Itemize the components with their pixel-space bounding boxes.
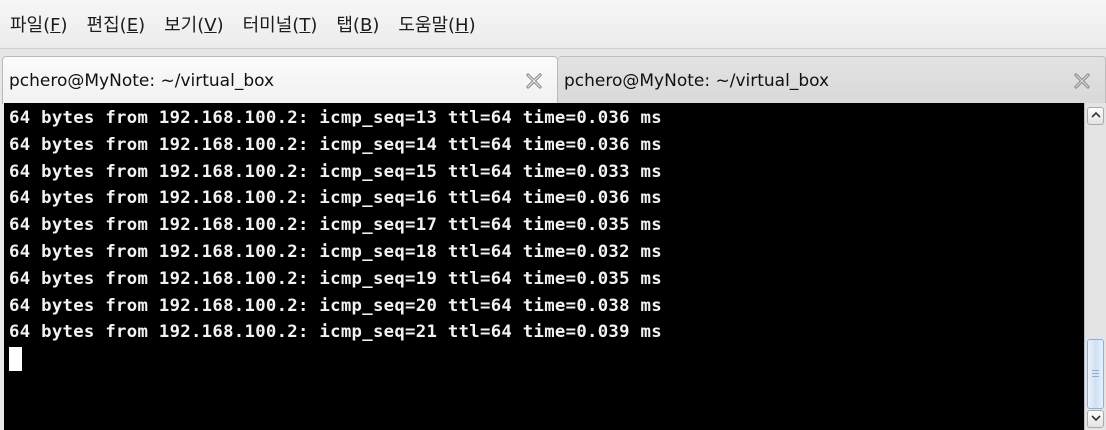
terminal-line: 64 bytes from 192.168.100.2: icmp_seq=13… <box>9 108 662 128</box>
terminal-line: 64 bytes from 192.168.100.2: icmp_seq=18… <box>9 241 662 262</box>
tab-title: pchero@MyNote: ~/virtual_box <box>564 70 830 91</box>
menu-terminal[interactable]: 터미널(T) <box>243 11 318 37</box>
scroll-down-button[interactable] <box>1087 410 1104 428</box>
menu-file[interactable]: 파일(F) <box>10 11 68 37</box>
menu-help[interactable]: 도움말(H) <box>398 11 475 37</box>
menu-edit[interactable]: 편집(E) <box>87 11 146 37</box>
vertical-scrollbar[interactable] <box>1084 103 1106 430</box>
tab-title: pchero@MyNote: ~/virtual_box <box>9 70 275 91</box>
terminal-window: 파일(F) 편집(E) 보기(V) 터미널(T) 탭(B) 도움말(H) pch… <box>0 0 1106 430</box>
grip-icon <box>1092 370 1099 379</box>
close-icon[interactable] <box>1071 70 1093 92</box>
text-cursor <box>9 347 22 372</box>
terminal-output[interactable]: 64 bytes from 192.168.100.2: icmp_seq=13… <box>4 103 1084 430</box>
terminal-line: 64 bytes from 192.168.100.2: icmp_seq=16… <box>9 188 662 209</box>
terminal-line: 64 bytes from 192.168.100.2: icmp_seq=20… <box>9 295 662 316</box>
close-icon[interactable] <box>523 70 545 92</box>
terminal-line: 64 bytes from 192.168.100.2: icmp_seq=14… <box>9 134 662 155</box>
menu-bar: 파일(F) 편집(E) 보기(V) 터미널(T) 탭(B) 도움말(H) <box>0 0 1106 48</box>
terminal-line: 64 bytes from 192.168.100.2: icmp_seq=21… <box>9 322 662 343</box>
terminal-line: 64 bytes from 192.168.100.2: icmp_seq=15… <box>9 161 662 182</box>
terminal-line: 64 bytes from 192.168.100.2: icmp_seq=17… <box>9 215 662 236</box>
scroll-up-button[interactable] <box>1087 107 1104 125</box>
tab-1[interactable]: pchero@MyNote: ~/virtual_box <box>2 56 558 104</box>
menu-tabs[interactable]: 탭(B) <box>336 11 379 37</box>
chevron-up-icon <box>1090 111 1101 118</box>
tab-bar: pchero@MyNote: ~/virtual_box pchero@MyNo… <box>0 48 1106 104</box>
menu-view[interactable]: 보기(V) <box>164 11 224 37</box>
scroll-thumb[interactable] <box>1087 339 1104 409</box>
tab-2[interactable]: pchero@MyNote: ~/virtual_box <box>558 56 1106 104</box>
prompt-line <box>9 346 1084 373</box>
chevron-down-icon <box>1090 415 1101 422</box>
terminal-line: 64 bytes from 192.168.100.2: icmp_seq=19… <box>9 268 662 289</box>
